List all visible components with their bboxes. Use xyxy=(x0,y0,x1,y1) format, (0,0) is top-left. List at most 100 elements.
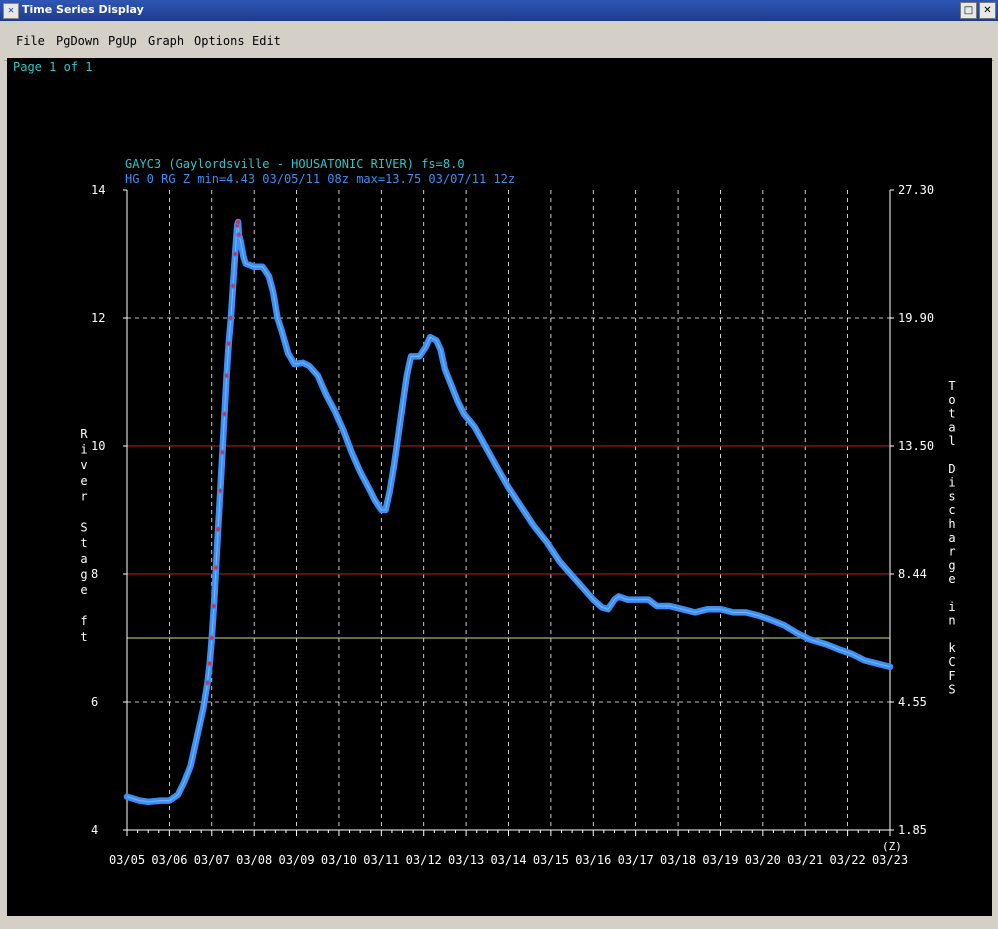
maximize-icon[interactable]: □ xyxy=(960,2,977,19)
x-tick-label: 03/18 xyxy=(660,853,696,867)
menu-options[interactable]: Options xyxy=(194,34,245,48)
axis-labels: 03/05 03/06 03/07 03/08 03/09 03/10 03/11 03/12… xyxy=(80,183,956,867)
x-tick-label: 03/10 xyxy=(321,853,357,867)
axis-title-char: R xyxy=(80,427,88,441)
axis-title-char: T xyxy=(948,379,955,393)
axis-title-char: e xyxy=(80,474,87,488)
axis-title-char: k xyxy=(948,641,956,655)
menu-pgup[interactable]: PgUp xyxy=(108,34,137,48)
status-bar xyxy=(0,916,998,929)
observation-marker xyxy=(225,340,232,347)
time-series-chart[interactable]: Page 1 of 1 GAYC3 (Gaylordsville - HOUSA… xyxy=(7,58,992,916)
y-tick-label: 12 xyxy=(91,311,105,325)
x-tick-label: 03/11 xyxy=(363,853,399,867)
menubar: File PgDown PgUp Graph Options Edit xyxy=(4,22,994,61)
x-tick-label: 03/14 xyxy=(490,853,526,867)
x-tick-label: 03/13 xyxy=(448,853,484,867)
x-tick-label: 03/09 xyxy=(278,853,314,867)
x-tick-label: 03/16 xyxy=(575,853,611,867)
axis-title-char: S xyxy=(948,683,955,697)
observation-marker xyxy=(208,635,215,641)
y2-tick-label: 27.30 xyxy=(898,183,934,197)
observation-marker xyxy=(227,315,234,321)
x-tick-label: 03/07 xyxy=(194,853,230,867)
menu-file[interactable]: File xyxy=(16,34,45,48)
axis-title-char: i xyxy=(948,476,955,490)
chart-header-line2: HG 0 RG Z min=4.43 03/05/11 08z max=13.7… xyxy=(125,172,515,186)
window-menu-icon[interactable]: ✕ xyxy=(3,3,19,19)
axis-title-char: h xyxy=(948,517,955,531)
observation-marker xyxy=(219,449,226,456)
axis-title-char: i xyxy=(948,600,955,614)
x-tick-label: 03/19 xyxy=(702,853,738,867)
y2-axis-title: TotalDischargeinkCFS xyxy=(948,379,956,697)
x-tick-label: 03/05 xyxy=(109,853,145,867)
y-tick-label: 6 xyxy=(91,695,98,709)
axis-title-char: l xyxy=(948,434,955,448)
axis-title-char: c xyxy=(948,503,955,517)
y-axis-title: RiverStageft xyxy=(80,427,88,644)
axis-title-char: i xyxy=(80,443,87,457)
axis-title-char: e xyxy=(948,572,955,586)
x-tick-label: 03/20 xyxy=(745,853,781,867)
axis-title-char: r xyxy=(948,545,955,559)
axis-title-char: f xyxy=(80,614,87,628)
plot-area[interactable]: Page 1 of 1 GAYC3 (Gaylordsville - HOUSA… xyxy=(7,58,992,916)
axis-title-char: F xyxy=(948,669,955,683)
x-tick-label: 03/15 xyxy=(533,853,569,867)
window-title: Time Series Display xyxy=(22,3,144,16)
axis-title-char: a xyxy=(80,552,87,566)
observation-marker xyxy=(221,411,228,417)
y2-tick-label: 1.85 xyxy=(898,823,927,837)
axis-title-char: t xyxy=(948,407,955,421)
y-tick-label: 4 xyxy=(91,823,98,837)
observation-marker xyxy=(230,283,236,289)
menu-edit[interactable]: Edit xyxy=(252,34,281,48)
y-tick-label: 10 xyxy=(91,439,105,453)
axis-title-char: s xyxy=(948,489,955,503)
close-icon[interactable]: ✕ xyxy=(979,2,996,19)
y-tick-label: 8 xyxy=(91,567,98,581)
x-tick-label: 03/12 xyxy=(406,853,442,867)
observation-marker xyxy=(213,564,219,571)
menu-graph[interactable]: Graph xyxy=(148,34,184,48)
observation-marker xyxy=(215,526,222,533)
x-tick-label: 03/21 xyxy=(787,853,823,867)
observation-marker xyxy=(223,372,230,379)
menu-pgdown[interactable]: PgDown xyxy=(56,34,99,48)
x-tick-label: 03/22 xyxy=(830,853,866,867)
axis-title-char: e xyxy=(80,583,87,597)
axis-title-char: g xyxy=(80,567,87,581)
axis-title-char: o xyxy=(948,393,955,407)
axis-title-char: t xyxy=(80,536,87,550)
chart-header-line1: GAYC3 (Gaylordsville - HOUSATONIC RIVER)… xyxy=(125,157,465,171)
axis-title-char: C xyxy=(948,655,955,669)
axis-title-char: a xyxy=(948,531,955,545)
observation-marker xyxy=(235,219,241,225)
observation-marker xyxy=(204,679,211,686)
axis-title-char: D xyxy=(948,462,955,476)
x-tick-label: 03/17 xyxy=(618,853,654,867)
x-tick-label: 03/08 xyxy=(236,853,272,867)
axis-title-char: r xyxy=(80,489,87,503)
observation-marker xyxy=(210,603,217,609)
y2-tick-label: 19.90 xyxy=(898,311,934,325)
axis-title-char: t xyxy=(80,630,87,644)
y-tick-label: 14 xyxy=(91,183,105,197)
grid-lines xyxy=(127,190,890,830)
axis-title-char: g xyxy=(948,558,955,572)
x-tick-label: 03/23 xyxy=(872,853,908,867)
y2-tick-label: 4.55 xyxy=(898,695,927,709)
observation-marker xyxy=(206,660,213,667)
observation-marker xyxy=(217,487,224,494)
axis-title-char: n xyxy=(948,614,955,628)
axis-title-char: a xyxy=(948,420,955,434)
observation-marker xyxy=(232,251,238,257)
window-titlebar: ✕ Time Series Display □ ✕ xyxy=(0,0,998,21)
axis-title-char: S xyxy=(80,521,87,535)
y2-tick-label: 13.50 xyxy=(898,439,934,453)
x-unit-label: (Z) xyxy=(882,840,902,853)
y2-tick-label: 8.44 xyxy=(898,567,927,581)
x-tick-label: 03/06 xyxy=(151,853,187,867)
axis-title-char: v xyxy=(80,458,87,472)
